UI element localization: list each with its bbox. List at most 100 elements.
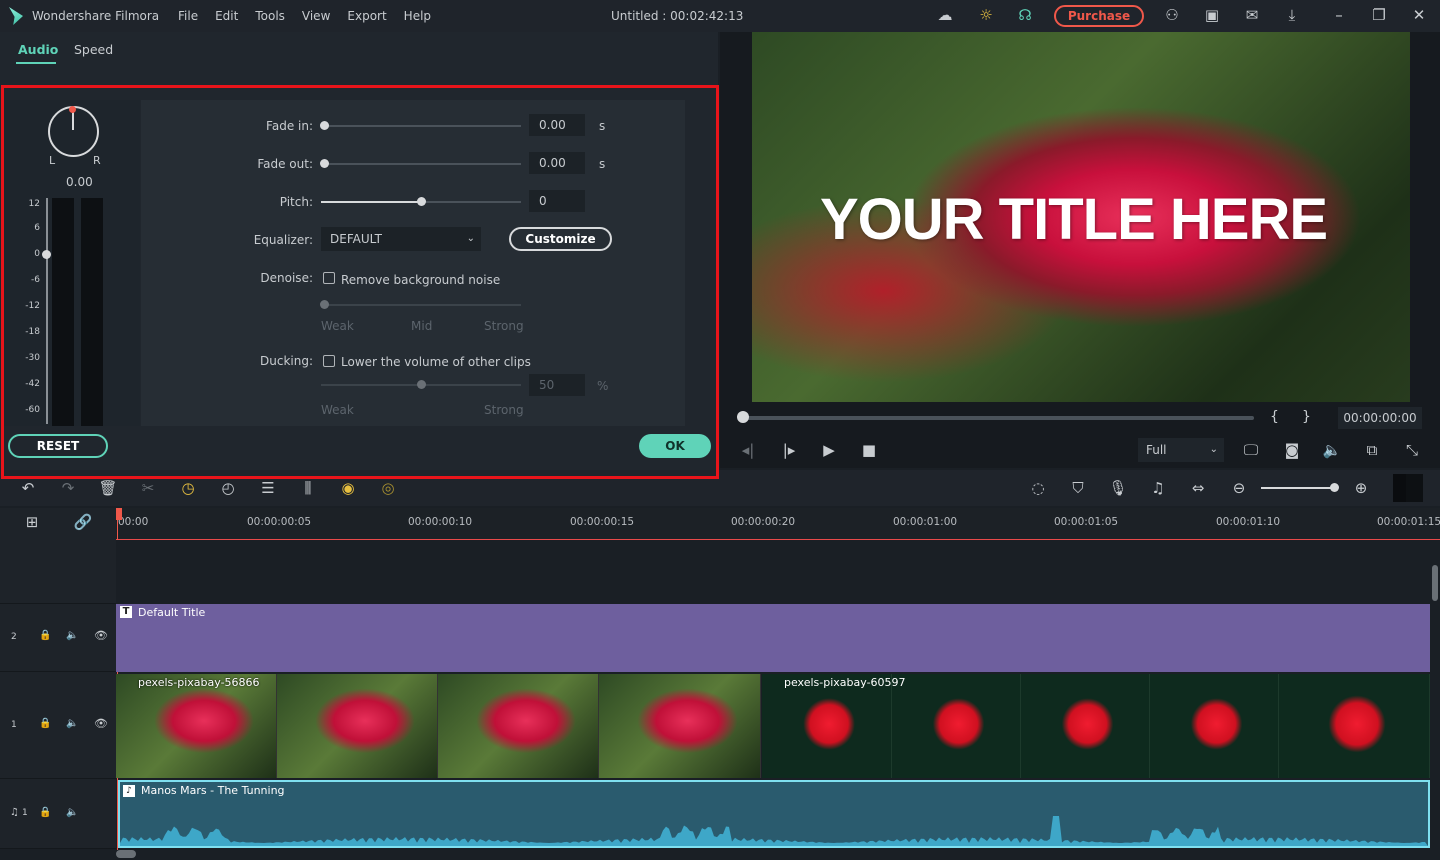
play-frame-icon[interactable]: |▸ [778, 441, 800, 459]
cloud-icon[interactable]: ☁ [934, 6, 956, 24]
render-icon[interactable]: ◌ [1027, 479, 1049, 497]
audio-mixer-icon[interactable]: ⫼ [297, 479, 319, 497]
quality-select[interactable]: Full ⌄ [1138, 438, 1224, 462]
save-icon[interactable]: ▣ [1201, 6, 1223, 24]
customize-button[interactable]: Customize [509, 227, 612, 251]
fade-in-unit: s [599, 119, 606, 133]
add-track-icon[interactable]: ⊞ [21, 513, 43, 531]
preview-progress-bar[interactable] [742, 416, 1254, 420]
close-icon[interactable]: ✕ [1408, 6, 1430, 24]
auto-highlight-icon[interactable]: ◎ [377, 479, 399, 497]
fade-in-label: Fade in: [266, 119, 313, 133]
mail-icon[interactable]: ✉ [1241, 6, 1263, 24]
title-clip[interactable] [116, 604, 1430, 672]
volume-slider-track[interactable] [46, 198, 48, 424]
support-icon[interactable]: ☊ [1014, 6, 1036, 24]
undo-icon[interactable]: ↶ [17, 479, 39, 497]
marker-icon[interactable]: ⛉ [1067, 479, 1089, 497]
duration-icon[interactable]: ◴ [217, 479, 239, 497]
menu-view[interactable]: View [302, 9, 330, 23]
denoise-knob[interactable] [320, 300, 329, 309]
playhead[interactable] [116, 508, 122, 520]
menu-export[interactable]: Export [347, 9, 386, 23]
play-icon[interactable]: ▶ [818, 441, 840, 459]
equalizer-value: DEFAULT [330, 232, 382, 246]
filmora-logo-icon [9, 7, 23, 25]
denoise-checkbox[interactable] [323, 272, 335, 284]
lock-icon[interactable]: 🔒 [39, 807, 51, 818]
mark-out-button[interactable]: } [1302, 409, 1311, 425]
adjust-icon[interactable]: ☰ [257, 479, 279, 497]
zoom-slider[interactable] [1261, 487, 1335, 489]
mute-icon[interactable]: 🔈 [66, 807, 78, 818]
pip-icon[interactable]: ⧉ [1361, 441, 1383, 459]
ok-button[interactable]: OK [639, 434, 711, 458]
pitch-input[interactable]: 0 [529, 190, 585, 212]
ducking-checkbox[interactable] [323, 355, 335, 367]
pitch-knob[interactable] [417, 197, 426, 206]
visibility-icon[interactable]: 👁 [94, 717, 108, 730]
horizontal-scrollbar[interactable] [116, 850, 136, 858]
title-bar: Wondershare Filmora File Edit Tools View Exp… [0, 0, 1440, 32]
redo-icon[interactable]: ↷ [57, 479, 79, 497]
reset-button[interactable]: RESET [8, 434, 108, 458]
speed-icon[interactable]: ◷ [177, 479, 199, 497]
ruler-tick-label: 00:00:01:15 [1377, 516, 1440, 528]
previous-frame-icon[interactable]: ◂| [737, 441, 759, 459]
vertical-scrollbar[interactable] [1432, 565, 1438, 601]
audio-stretch-icon[interactable]: ◉ [337, 479, 359, 497]
zoom-in-icon[interactable]: ⊕ [1350, 479, 1372, 497]
account-icon[interactable]: ⚇ [1161, 6, 1183, 24]
fit-timeline-icon[interactable]: ⇔ [1187, 479, 1209, 497]
fade-out-slider[interactable] [321, 163, 521, 165]
voiceover-list-icon[interactable]: ♫ [1147, 479, 1169, 497]
lock-icon[interactable]: 🔒 [39, 630, 51, 641]
download-icon[interactable]: ⤓ [1281, 6, 1303, 24]
fade-out-input[interactable]: 0.00 [529, 152, 585, 174]
mute-icon[interactable]: 🔈 [66, 718, 78, 729]
lightbulb-icon[interactable]: ☼ [975, 6, 997, 24]
mute-icon[interactable]: 🔈 [66, 630, 78, 641]
visibility-icon[interactable]: 👁 [94, 629, 108, 642]
menu-tools[interactable]: Tools [255, 9, 285, 23]
tab-speed[interactable]: Speed [74, 42, 113, 57]
menu-edit[interactable]: Edit [215, 9, 238, 23]
stop-icon[interactable]: ■ [858, 441, 880, 459]
layout-toggle[interactable] [1393, 474, 1423, 502]
purchase-button[interactable]: Purchase [1054, 5, 1144, 27]
preview-timecode: 00:00:00:00 [1338, 407, 1422, 429]
pan-right-label: R [93, 154, 101, 167]
video-clip-2[interactable] [762, 674, 1430, 778]
volume-icon[interactable]: 🔈 [1321, 441, 1343, 459]
zoom-out-icon[interactable]: ⊖ [1228, 479, 1250, 497]
restore-icon[interactable]: ❐ [1368, 6, 1390, 24]
fade-in-slider[interactable] [321, 125, 521, 127]
volume-slider-knob[interactable] [42, 250, 51, 259]
tab-audio[interactable]: Audio [18, 42, 58, 57]
lock-icon[interactable]: 🔒 [39, 718, 51, 729]
fade-in-input[interactable]: 0.00 [529, 114, 585, 136]
mark-in-button[interactable]: { [1270, 409, 1279, 425]
denoise-slider[interactable] [321, 304, 521, 306]
delete-icon[interactable]: 🗑 [97, 479, 119, 497]
video-clip-1[interactable] [116, 674, 761, 778]
display-icon[interactable]: 🖵 [1240, 441, 1262, 459]
equalizer-select[interactable]: DEFAULT ⌄ [321, 227, 481, 251]
snapshot-icon[interactable]: ◙ [1281, 441, 1303, 459]
fade-out-knob[interactable] [320, 159, 329, 168]
fullscreen-icon[interactable]: ⤡ [1401, 441, 1423, 459]
fade-in-knob[interactable] [320, 121, 329, 130]
ruler-tick-label: 00:00:00:15 [570, 516, 635, 528]
microphone-icon[interactable]: 🎙 [1107, 479, 1129, 497]
zoom-slider-knob[interactable] [1330, 483, 1339, 492]
preview-progress-knob[interactable] [737, 411, 749, 423]
ducking-input[interactable]: 50 [529, 374, 585, 396]
menu-help[interactable]: Help [404, 9, 431, 23]
denoise-mid: Mid [411, 319, 433, 333]
minimize-icon[interactable]: – [1328, 6, 1350, 24]
cut-icon[interactable]: ✂ [137, 479, 159, 497]
ducking-knob[interactable] [417, 380, 426, 389]
audio-waveform [120, 816, 1428, 846]
link-icon[interactable]: 🔗 [72, 513, 94, 531]
menu-file[interactable]: File [178, 9, 198, 23]
